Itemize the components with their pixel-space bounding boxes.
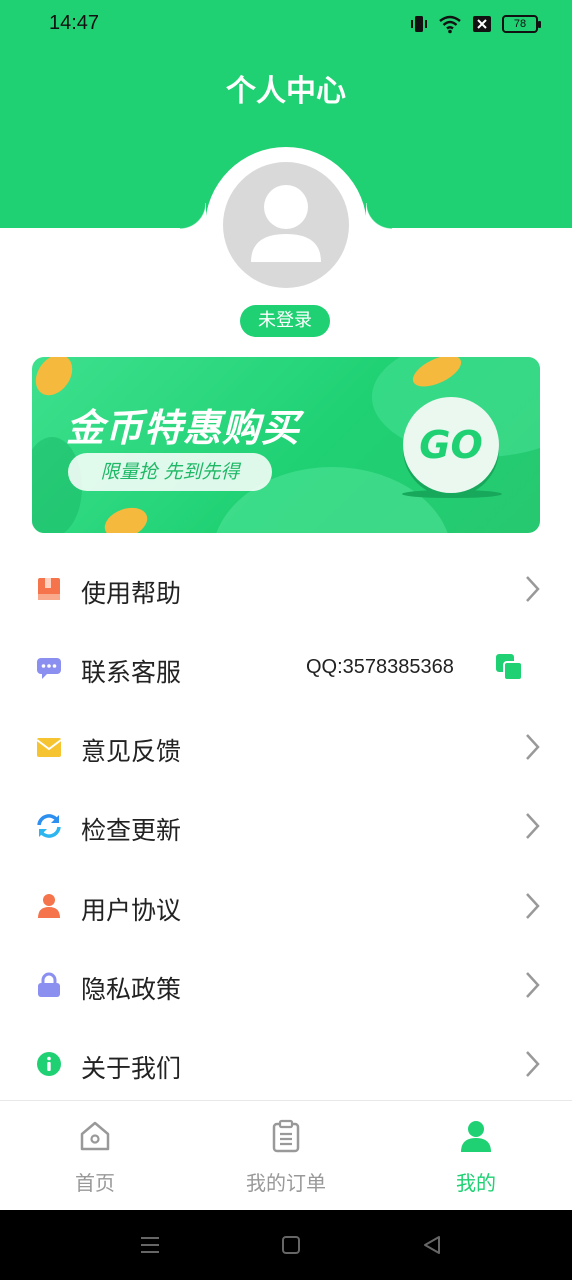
menu-item-about-us[interactable]: 关于我们 — [0, 1035, 572, 1095]
tab-label: 我的订单 — [246, 1171, 326, 1195]
login-status-badge[interactable]: 未登录 — [240, 305, 330, 337]
sim-off-icon — [473, 16, 491, 32]
menu-label: 隐私政策 — [81, 975, 182, 1004]
go-label: GO — [419, 423, 483, 467]
lock-icon — [38, 972, 60, 997]
menu-label: 意见反馈 — [81, 737, 182, 766]
banner-title: 金币特惠购买 — [66, 406, 301, 450]
menu-item-privacy-policy[interactable]: 隐私政策 — [0, 956, 572, 1016]
refresh-icon — [37, 814, 61, 838]
battery-icon: 78 — [502, 15, 541, 33]
chevron-right-icon — [526, 576, 540, 602]
avatar-frame-corner — [180, 203, 206, 229]
home-square-icon[interactable] — [280, 1234, 302, 1256]
chevron-right-icon — [526, 893, 540, 919]
default-avatar-icon — [251, 185, 321, 262]
user-icon — [38, 894, 60, 918]
menu-item-check-update[interactable]: 检查更新 — [0, 797, 572, 857]
menu-item-user-agreement[interactable]: 用户协议 — [0, 877, 572, 937]
avatar-frame-corner — [366, 203, 392, 229]
go-button[interactable]: GO — [403, 397, 499, 493]
back-triangle-icon[interactable] — [421, 1234, 443, 1256]
wifi-icon — [439, 15, 461, 34]
page-title: 个人中心 — [226, 74, 346, 109]
status-bar: 14:47 78 — [0, 0, 572, 52]
menu-label: 使用帮助 — [81, 579, 182, 608]
status-icons: 78 — [410, 14, 541, 34]
home-icon — [80, 1121, 110, 1151]
menu-item-customer-service[interactable]: 联系客服 QQ:3578385368 — [0, 639, 572, 699]
tab-label: 我的 — [456, 1171, 496, 1195]
menu-item-help[interactable]: 使用帮助 — [0, 560, 572, 620]
menu-label: 检查更新 — [81, 816, 182, 845]
book-icon — [38, 578, 60, 600]
status-time: 14:47 — [49, 12, 100, 34]
bottom-tab-bar: 首页 我的订单 我的 — [0, 1100, 572, 1210]
chevron-right-icon — [526, 972, 540, 998]
vibrate-icon — [411, 16, 427, 32]
tab-profile[interactable]: 我的 — [381, 1101, 571, 1211]
tab-home[interactable]: 首页 — [0, 1101, 190, 1211]
banner-subtitle: 限量抢 先到先得 — [68, 453, 272, 491]
coin-promo-banner[interactable]: 金币特惠购买 限量抢 先到先得 GO — [32, 357, 540, 533]
avatar[interactable] — [223, 162, 349, 288]
menu-label: 用户协议 — [81, 896, 182, 925]
chevron-right-icon — [526, 1051, 540, 1077]
info-icon — [37, 1052, 61, 1076]
tab-orders[interactable]: 我的订单 — [191, 1101, 381, 1211]
system-navigation-bar — [0, 1210, 572, 1280]
mail-icon — [36, 738, 62, 757]
menu-label: 关于我们 — [81, 1054, 182, 1083]
copy-icon[interactable] — [495, 653, 523, 681]
menu-item-feedback[interactable]: 意见反馈 — [0, 718, 572, 778]
tab-label: 首页 — [75, 1171, 115, 1195]
qq-number: QQ:3578385368 — [306, 656, 454, 678]
chevron-right-icon — [526, 813, 540, 839]
chat-icon — [37, 658, 61, 679]
orders-icon — [272, 1119, 300, 1153]
chevron-right-icon — [526, 734, 540, 760]
menu-icon[interactable] — [139, 1234, 161, 1256]
menu-label: 联系客服 — [81, 658, 182, 687]
profile-icon — [461, 1121, 491, 1152]
